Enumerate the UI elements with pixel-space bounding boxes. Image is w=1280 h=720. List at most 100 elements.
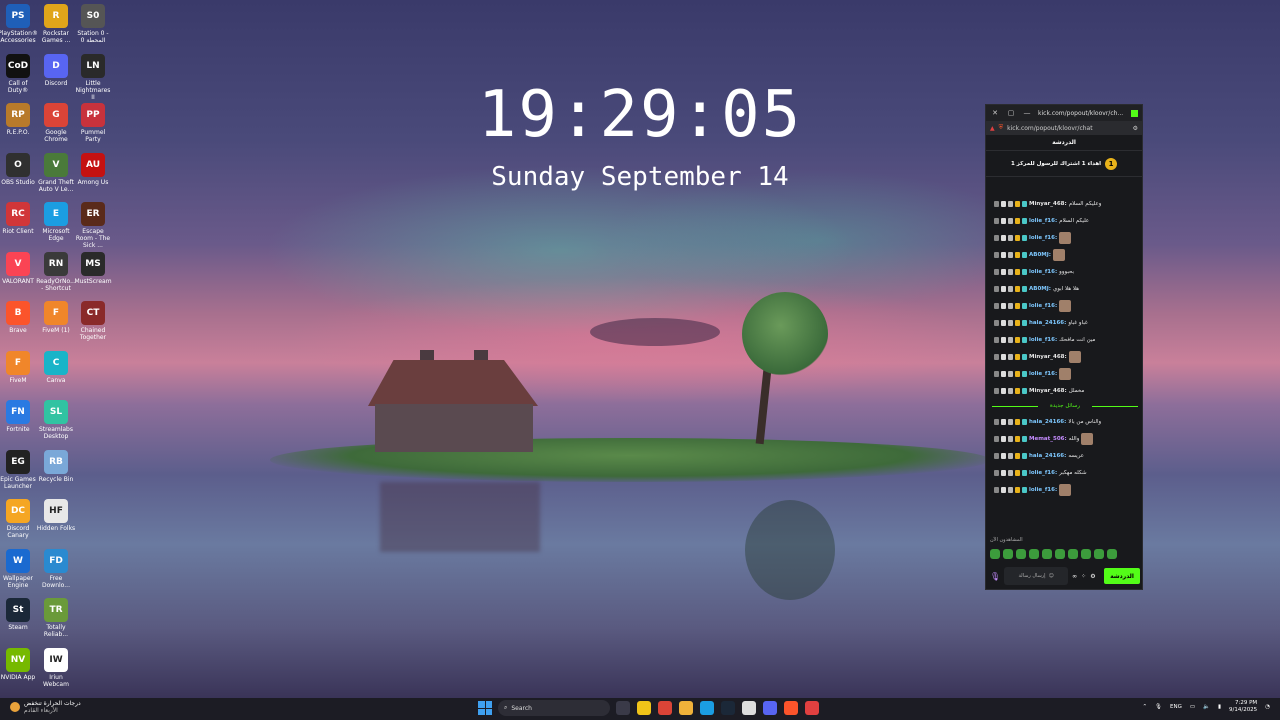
chat-username[interactable]: lolie_f16: (1029, 269, 1057, 275)
address-bar[interactable]: ▲ ⛨ kick.com/popout/kloovr/chat ⚙ (986, 121, 1142, 135)
chat-username[interactable]: hala_24166: (1029, 320, 1066, 326)
link-icon[interactable]: ∞ (1072, 573, 1077, 580)
gear-icon[interactable]: ⚙ (1090, 573, 1095, 580)
desktop-icon[interactable]: F FiveM (0, 350, 38, 384)
maximize-icon[interactable]: ▢ (1006, 109, 1016, 117)
chat-message-list[interactable]: Minyar_468: وعليكم السلام lolie_f16: عليكم … (986, 195, 1142, 535)
desktop-icon[interactable]: F FiveM (1) (36, 301, 76, 334)
users-icon[interactable]: ⁘ (1081, 573, 1086, 580)
desktop-icon[interactable]: G Google Chrome (36, 103, 76, 143)
desktop-icon[interactable]: CT Chained Together (73, 301, 113, 341)
emote-icon[interactable] (1029, 549, 1039, 559)
taskbar-clock[interactable]: 7:29 PM 9/14/2025 (1229, 700, 1257, 714)
desktop-icon[interactable]: C Canva (36, 350, 76, 384)
chat-message[interactable]: Minyar_468: مخملل (986, 382, 1142, 399)
desktop-icon[interactable]: St Steam (0, 598, 38, 631)
desktop-icon[interactable]: MS MustScream (73, 251, 113, 285)
emote-icon[interactable] (1042, 549, 1052, 559)
windows-start-icon[interactable] (478, 701, 492, 715)
desktop-icon[interactable]: RB Recycle Bin (36, 449, 76, 483)
desktop-icon[interactable]: PP Pummel Party (73, 103, 113, 143)
desktop-icon[interactable]: RN ReadyOrNo... - Shortcut (36, 251, 76, 292)
taskbar-app-icon[interactable] (700, 701, 714, 715)
desktop-icon[interactable]: AU Among Us (73, 152, 113, 186)
desktop-icon[interactable]: E Microsoft Edge (36, 202, 76, 242)
chat-message[interactable]: lolie_f16: (986, 365, 1142, 382)
taskbar-app-icon[interactable] (679, 701, 693, 715)
chat-username[interactable]: lolie_f16: (1029, 235, 1057, 241)
desktop-icon[interactable]: O OBS Studio (0, 152, 38, 186)
desktop-icon[interactable]: B Brave (0, 301, 38, 334)
desktop-icon[interactable]: LN Little Nightmares II (73, 53, 113, 101)
desktop-icon[interactable]: RP R.E.P.O. (0, 103, 38, 136)
desktop-icon[interactable]: PS PlayStation® Accessories (0, 4, 38, 44)
volume-icon[interactable]: 🔈 (1203, 704, 1210, 710)
desktop-icon[interactable]: TR Totally Reliab... (36, 598, 76, 638)
emote-icon[interactable] (1003, 549, 1013, 559)
address-url[interactable]: kick.com/popout/kloovr/chat (1007, 125, 1092, 132)
desktop-icon[interactable]: V Grand Theft Auto V Le... (36, 152, 76, 193)
taskbar-app-icon[interactable] (784, 701, 798, 715)
desktop-icon[interactable]: CoD Call of Duty® (0, 53, 38, 94)
chat-message[interactable]: lolie_f16: مين انت مافحك (986, 331, 1142, 348)
taskbar-app-icon[interactable] (763, 701, 777, 715)
chat-message[interactable]: AB0MJ: (986, 246, 1142, 263)
shield-icon[interactable]: ⛨ (999, 124, 1004, 132)
taskbar-app-icon[interactable] (721, 701, 735, 715)
desktop-icon[interactable]: DC Discord Canary (0, 499, 38, 539)
mic-icon[interactable]: 🎙 (1155, 704, 1162, 710)
chat-username[interactable]: lolie_f16: (1029, 303, 1057, 309)
chat-username[interactable]: AB0MJ: (1029, 252, 1051, 258)
chevron-up-icon[interactable]: ⌃ (1142, 704, 1147, 710)
desktop-icon[interactable]: ER Escape Room - The Sick ... (73, 202, 113, 249)
desktop-icon[interactable]: R Rockstar Games ... (36, 4, 76, 44)
emote-icon[interactable] (1081, 549, 1091, 559)
desktop-icon[interactable]: W Wallpaper Engine (0, 548, 38, 589)
emote-icon[interactable] (990, 549, 1000, 559)
chat-send-button[interactable]: الدردشة (1104, 568, 1140, 584)
chat-username[interactable]: lolie_f16: (1029, 487, 1057, 493)
pinned-message[interactable]: اهداء 1 اشتراك للرسول للمركز 1 1 (986, 151, 1142, 177)
desktop-icon[interactable]: SL Streamlabs Desktop (36, 400, 76, 440)
desktop-icon[interactable]: IW Iriun Webcam (36, 647, 76, 688)
chat-message[interactable]: lolie_f16: (986, 229, 1142, 246)
emote-icon[interactable] (1016, 549, 1026, 559)
desktop-icon[interactable]: S0 Station 0 - المحطة 0 (73, 4, 113, 44)
desktop-icon[interactable]: V VALORANT (0, 251, 38, 285)
taskbar-app-icon[interactable] (805, 701, 819, 715)
taskbar-app-icon[interactable] (742, 701, 756, 715)
chat-username[interactable]: lolie_f16: (1029, 337, 1057, 343)
chat-message[interactable]: AB0MJ: هلا هلا ابوي (986, 280, 1142, 297)
emote-icon[interactable] (1107, 549, 1117, 559)
tune-icon[interactable]: ⚙ (1133, 125, 1138, 132)
taskbar-app-icon[interactable] (637, 701, 651, 715)
emote-bar[interactable] (990, 549, 1117, 559)
chat-username[interactable]: lolie_f16: (1029, 470, 1057, 476)
emote-icon[interactable] (1094, 549, 1104, 559)
minimize-icon[interactable]: — (1022, 109, 1032, 117)
chat-message[interactable]: hala_24166: عريسه (986, 447, 1142, 464)
emote-icon[interactable] (1068, 549, 1078, 559)
battery-icon[interactable]: ▮ (1218, 704, 1221, 710)
chat-message[interactable]: lolie_f16: (986, 481, 1142, 498)
close-icon[interactable]: ✕ (990, 109, 1000, 117)
chat-username[interactable]: Minyar_468: (1029, 354, 1067, 360)
desktop-icon[interactable]: D Discord (36, 53, 76, 87)
chat-username[interactable]: Minyar_468: (1029, 201, 1067, 207)
chat-username[interactable]: hala_24166: (1029, 419, 1066, 425)
chat-message[interactable]: Memat_506: والله (986, 430, 1142, 447)
taskbar-app-icon[interactable] (616, 701, 630, 715)
mic-icon[interactable]: 🎙 (990, 572, 1000, 581)
chat-message[interactable]: hala_24166: والناس من بالا (986, 413, 1142, 430)
desktop-icon[interactable]: FD Free Downlo... (36, 548, 76, 589)
chat-username[interactable]: lolie_f16: (1029, 218, 1057, 224)
chat-message[interactable]: Minyar_468: (986, 348, 1142, 365)
desktop-icon[interactable]: EG Epic Games Launcher (0, 449, 38, 490)
chat-username[interactable]: hala_24166: (1029, 453, 1066, 459)
taskbar-app-icon[interactable] (658, 701, 672, 715)
desktop-icon[interactable]: NV NVIDIA App (0, 647, 38, 681)
desktop-icon[interactable]: HF Hidden Folks (36, 499, 76, 532)
weather-widget[interactable]: درجات الحرارة تنخفض الأربعاء القادم (10, 700, 81, 714)
chat-message[interactable]: lolie_f16: عليكم السلام (986, 212, 1142, 229)
chat-message[interactable]: lolie_f16: (986, 297, 1142, 314)
